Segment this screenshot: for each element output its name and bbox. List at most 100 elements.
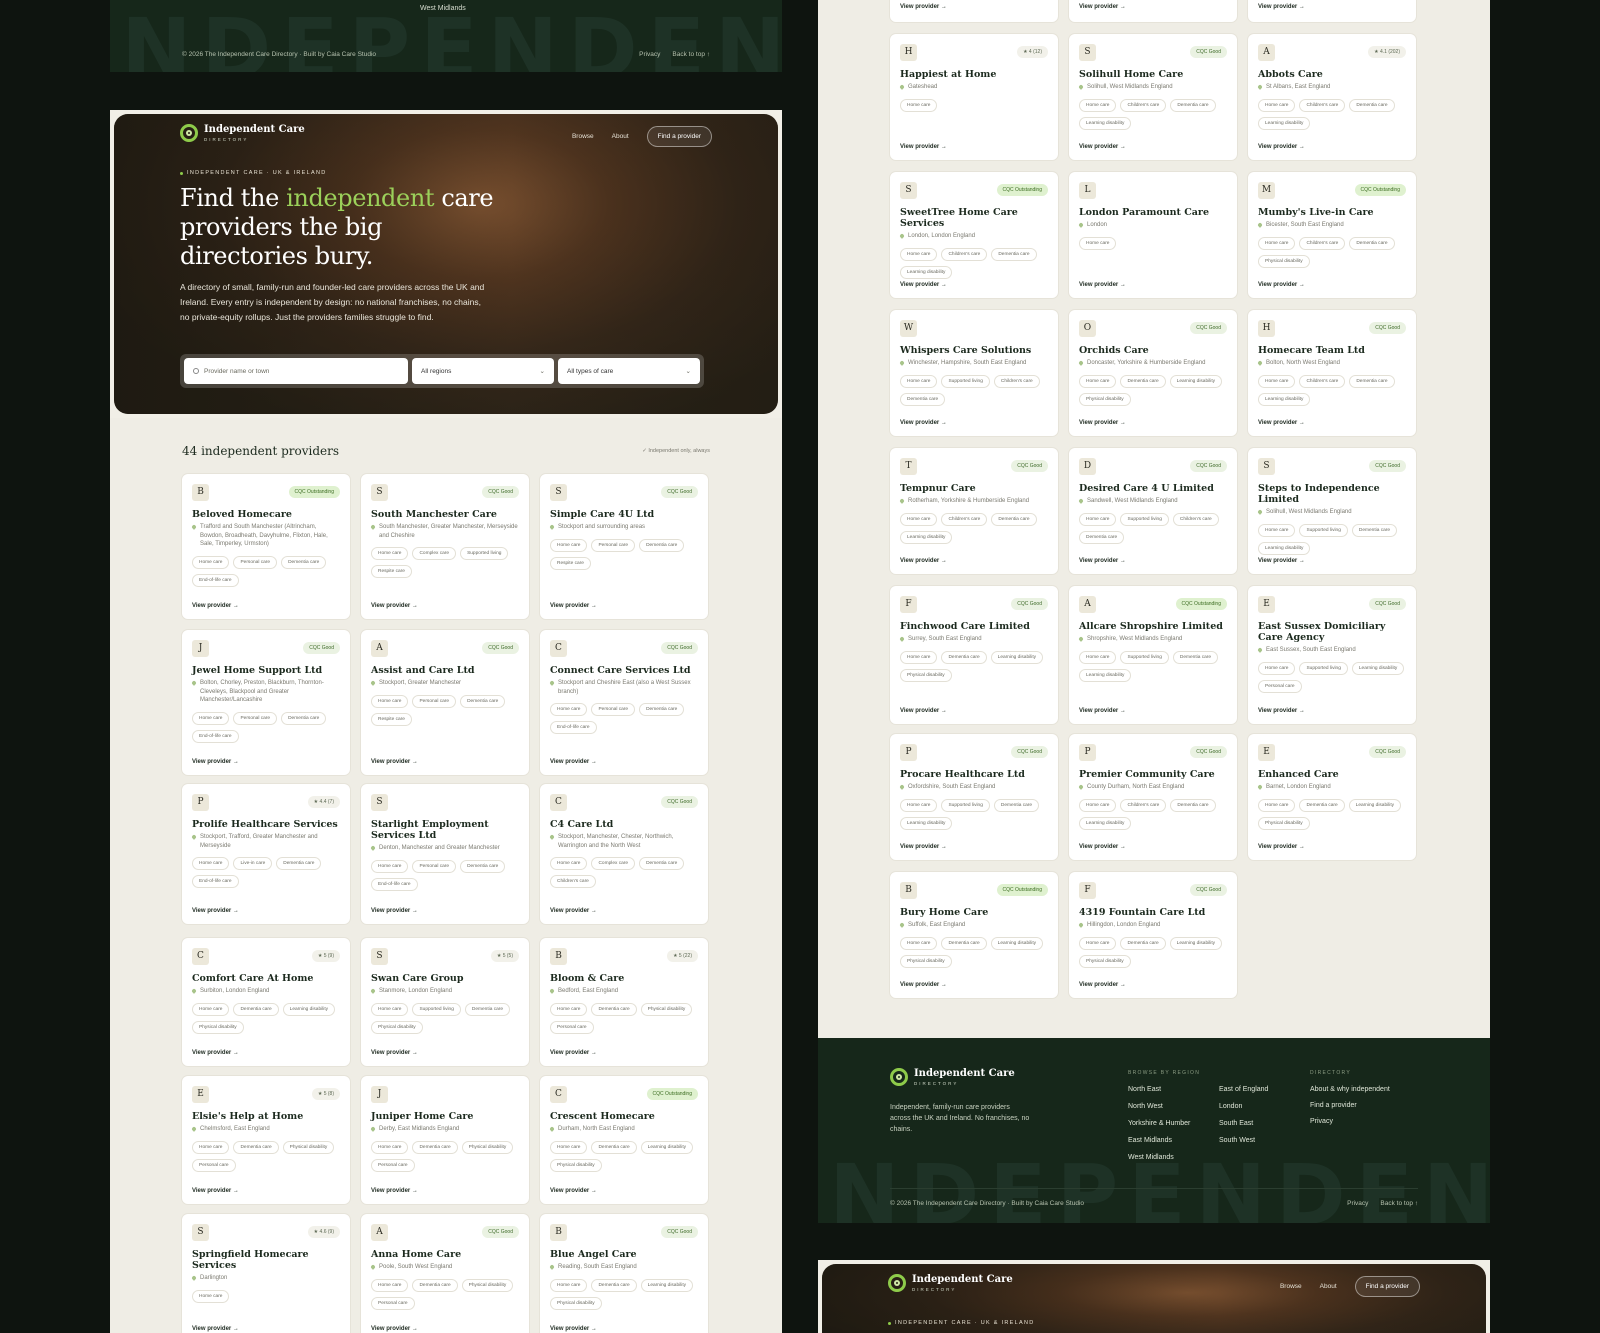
view-provider-link[interactable]: View provider → — [550, 603, 597, 609]
footer-privacy-link[interactable]: Privacy — [1347, 1200, 1368, 1207]
back-to-top-link[interactable]: Back to top ↑ — [672, 51, 710, 58]
provider-card[interactable]: J Juniper Home Care Derby, East Midlands E… — [361, 1076, 529, 1204]
provider-card[interactable]: S Starlight Employment Services Ltd Denton… — [361, 784, 529, 924]
region-link[interactable]: South West — [1219, 1137, 1255, 1144]
find-provider-button[interactable]: Find a provider — [646, 126, 712, 147]
provider-card[interactable]: E CQC Good Enhanced Care Barnet, London Eng… — [1248, 734, 1416, 860]
view-provider-link[interactable]: View provider → — [192, 1188, 239, 1194]
provider-card[interactable]: F CQC Good Finchwood Care Limited Surrey, S… — [890, 586, 1058, 724]
provider-card[interactable]: S CQC Good Steps to Independence Limited So… — [1248, 448, 1416, 574]
provider-card[interactable]: H CQC Good Homecare Team Ltd Bolton, North … — [1248, 310, 1416, 436]
view-provider-link[interactable]: View provider → — [192, 1326, 239, 1332]
view-provider-link[interactable]: View provider → — [1079, 558, 1126, 564]
region-link[interactable]: North East — [1128, 1086, 1161, 1093]
provider-card[interactable]: A CQC Outstanding Allcare Shropshire Limit… — [1069, 586, 1237, 724]
provider-card[interactable]: S ★ 4.6 (9) Springfield Homecare Services D… — [182, 1214, 350, 1333]
view-provider-link[interactable]: View provider → — [900, 708, 947, 714]
provider-card[interactable]: D CQC Good Desired Care 4 U Limited Sandwel… — [1069, 448, 1237, 574]
directory-link[interactable]: Privacy — [1310, 1118, 1430, 1125]
provider-card[interactable]: S CQC Good Solihull Home Care Solihull, Wes… — [1069, 34, 1237, 160]
region-link[interactable]: South East — [1219, 1120, 1253, 1127]
view-provider-link[interactable]: View provider → — [1258, 558, 1305, 564]
view-provider-link[interactable]: View provider → — [900, 558, 947, 564]
provider-card[interactable]: A CQC Good Anna Home Care Poole, South West… — [361, 1214, 529, 1333]
provider-card[interactable]: H ★ 4 (12) Happiest at Home Gateshead Home c… — [890, 34, 1058, 160]
provider-card[interactable]: C CQC Good C4 Care Ltd Stockport, Mancheste… — [540, 784, 708, 924]
brand-logo[interactable]: Independent Care DIRECTORY — [888, 1274, 1013, 1292]
view-provider-link[interactable]: View provider → — [550, 1050, 597, 1056]
nav-about[interactable]: About — [1320, 1283, 1337, 1290]
provider-card[interactable]: P CQC Good Procare Healthcare Ltd Oxfordshi… — [890, 734, 1058, 860]
provider-card[interactable]: T CQC Good Tempnur Care Rotherham, Yorkshir… — [890, 448, 1058, 574]
region-select[interactable]: All regions ⌄ — [412, 358, 554, 384]
provider-card[interactable]: S CQC Outstanding SweetTree Home Care Serv… — [890, 172, 1058, 298]
provider-card[interactable]: S ★ 5 (5) Swan Care Group Stanmore, London … — [361, 938, 529, 1066]
provider-card[interactable]: L London Paramount Care London Home care Vie… — [1069, 172, 1237, 298]
view-provider-link[interactable]: View provider → — [1079, 144, 1126, 150]
region-link[interactable]: London — [1219, 1103, 1242, 1110]
view-provider-link[interactable]: View provider → — [1258, 708, 1305, 714]
provider-card[interactable]: W Whispers Care Solutions Winchester, Hamp… — [890, 310, 1058, 436]
provider-card[interactable]: A CQC Good Assist and Care Ltd Stockport, G… — [361, 630, 529, 775]
view-provider-link[interactable]: View provider → — [371, 1326, 418, 1332]
directory-link[interactable]: Find a provider — [1310, 1102, 1430, 1109]
view-provider-link[interactable]: View provider → — [900, 144, 947, 150]
provider-card[interactable]: F CQC Good 4319 Fountain Care Ltd Hillingdo… — [1069, 872, 1237, 998]
view-provider-link[interactable]: View provider → — [192, 759, 239, 765]
view-provider-link[interactable]: View provider → — [900, 982, 947, 988]
provider-card[interactable]: J CQC Good Jewel Home Support Ltd Bolton, C… — [182, 630, 350, 775]
nav-browse[interactable]: Browse — [572, 133, 594, 140]
card-fragment[interactable]: View provider → — [890, 0, 1058, 22]
view-provider-link[interactable]: View provider → — [900, 844, 947, 850]
view-provider-link[interactable]: View provider → — [371, 908, 418, 914]
provider-card[interactable]: O CQC Good Orchids Care Doncaster, Yorkshir… — [1069, 310, 1237, 436]
view-provider-link[interactable]: View provider → — [900, 4, 947, 10]
view-provider-link[interactable]: View provider → — [900, 420, 947, 426]
view-provider-link[interactable]: View provider → — [1079, 982, 1126, 988]
footer-logo[interactable]: Independent Care DIRECTORY — [890, 1068, 1015, 1086]
view-provider-link[interactable]: View provider → — [1079, 420, 1126, 426]
region-link[interactable]: Yorkshire & Humber — [1128, 1120, 1190, 1127]
view-provider-link[interactable]: View provider → — [1079, 708, 1126, 714]
provider-card[interactable]: S CQC Good South Manchester Care South Manc… — [361, 474, 529, 619]
provider-card[interactable]: A ★ 4.1 (202) Abbots Care St Albans, East E… — [1248, 34, 1416, 160]
provider-card[interactable]: E ★ 5 (8) Elsie's Help at Home Chelmsford, … — [182, 1076, 350, 1204]
view-provider-link[interactable]: View provider → — [550, 908, 597, 914]
view-provider-link[interactable]: View provider → — [371, 759, 418, 765]
provider-card[interactable]: E CQC Good East Sussex Domiciliary Care Ag… — [1248, 586, 1416, 724]
view-provider-link[interactable]: View provider → — [1079, 4, 1126, 10]
care-type-select[interactable]: All types of care ⌄ — [558, 358, 700, 384]
view-provider-link[interactable]: View provider → — [1258, 144, 1305, 150]
find-provider-button[interactable]: Find a provider — [1354, 1276, 1420, 1297]
view-provider-link[interactable]: View provider → — [1079, 844, 1126, 850]
nav-browse[interactable]: Browse — [1280, 1283, 1302, 1290]
provider-card[interactable]: M CQC Outstanding Mumby's Live-in Care Bice… — [1248, 172, 1416, 298]
card-fragment[interactable]: View provider → — [1248, 0, 1416, 22]
view-provider-link[interactable]: View provider → — [1079, 282, 1126, 288]
view-provider-link[interactable]: View provider → — [371, 1188, 418, 1194]
view-provider-link[interactable]: View provider → — [1258, 282, 1305, 288]
nav-about[interactable]: About — [612, 133, 629, 140]
directory-link[interactable]: About & why independent — [1310, 1086, 1430, 1093]
view-provider-link[interactable]: View provider → — [371, 603, 418, 609]
region-link[interactable]: West Midlands — [1128, 1154, 1174, 1161]
region-link[interactable]: North West — [1128, 1103, 1163, 1110]
view-provider-link[interactable]: View provider → — [371, 1050, 418, 1056]
view-provider-link[interactable]: View provider → — [900, 282, 947, 288]
provider-card[interactable]: C CQC Outstanding Crescent Homecare Durham,… — [540, 1076, 708, 1204]
provider-card[interactable]: P CQC Good Premier Community Care County Du… — [1069, 734, 1237, 860]
brand-logo[interactable]: Independent Care DIRECTORY — [180, 124, 305, 142]
provider-card[interactable]: B CQC Outstanding Beloved Homecare Trafford… — [182, 474, 350, 619]
view-provider-link[interactable]: View provider → — [1258, 4, 1305, 10]
provider-card[interactable]: B ★ 5 (22) Bloom & Care Bedford, East Engla… — [540, 938, 708, 1066]
region-link[interactable]: East Midlands — [1128, 1137, 1172, 1144]
provider-card[interactable]: B CQC Outstanding Bury Home Care Suffolk, E… — [890, 872, 1058, 998]
provider-card[interactable]: S CQC Good Simple Care 4U Ltd Stockport and… — [540, 474, 708, 619]
search-input[interactable]: Provider name or town — [184, 358, 408, 384]
view-provider-link[interactable]: View provider → — [550, 1326, 597, 1332]
provider-card[interactable]: B CQC Good Blue Angel Care Reading, South E… — [540, 1214, 708, 1333]
footer-privacy-link[interactable]: Privacy — [639, 51, 660, 58]
view-provider-link[interactable]: View provider → — [192, 908, 239, 914]
provider-card[interactable]: P ★ 4.4 (7) Prolife Healthcare Services Sto… — [182, 784, 350, 924]
view-provider-link[interactable]: View provider → — [1258, 420, 1305, 426]
